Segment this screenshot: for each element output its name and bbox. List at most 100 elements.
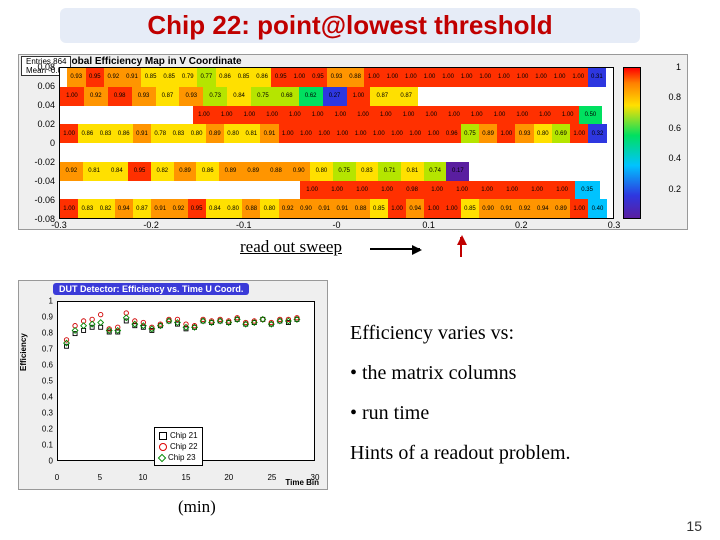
- heatmap-cell: [180, 181, 193, 200]
- heatmap-cell: 1.00: [347, 87, 371, 106]
- heatmap-cell: 1.00: [193, 106, 216, 125]
- heatmap-cell: [502, 162, 513, 181]
- heatmap-cell: 0.92: [515, 199, 533, 218]
- heatmap-row: 1.000.860.830.860.910.780.830.800.890.80…: [60, 124, 613, 143]
- heatmap-cell: 1.00: [290, 68, 309, 87]
- heatmap-cell: [260, 181, 273, 200]
- heatmap-cell: [73, 181, 86, 200]
- heatmap-cell: 1.00: [300, 181, 325, 200]
- heatmap-cell: 0.87: [133, 199, 151, 218]
- heatmap-cell: 0.93: [327, 68, 346, 87]
- heatmap-cell: 1.00: [397, 106, 420, 125]
- page-number: 15: [686, 518, 702, 534]
- line-legend: Chip 21 Chip 22 Chip 23: [154, 427, 203, 466]
- heatmap-cell: 0.91: [333, 199, 351, 218]
- heatmap-cell: 1.00: [329, 106, 352, 125]
- heatmap-cell: [469, 162, 480, 181]
- heatmap-cell: 0.91: [133, 124, 151, 143]
- heatmap-cell: [503, 87, 515, 106]
- heatmap-row: 1.001.001.001.001.001.001.001.001.001.00…: [60, 106, 613, 125]
- heatmap-cell: 1.00: [60, 124, 78, 143]
- line-plot-area: Chip 21 Chip 22 Chip 23: [57, 301, 315, 461]
- body-line-1: Efficiency varies vs:: [350, 322, 514, 345]
- heatmap-cell: 0.75: [333, 162, 356, 181]
- heatmap-cell: [131, 143, 149, 162]
- heatmap-cell: 0.69: [552, 124, 570, 143]
- heatmap-cell: 0.86: [196, 162, 219, 181]
- legend-chip22: Chip 22: [159, 441, 198, 452]
- heatmap-cell: [87, 181, 100, 200]
- heatmap-cell: [513, 162, 524, 181]
- heatmap-cell: [256, 143, 274, 162]
- body-line-2: Hints of a readout problem.: [350, 442, 571, 465]
- heatmap-cell: 1.00: [550, 68, 569, 87]
- heatmap-cell: [536, 162, 547, 181]
- heatmap-cell: 0.92: [84, 87, 108, 106]
- heatmap-cell: 0.74: [424, 162, 447, 181]
- legend-chip23: Chip 23: [159, 452, 198, 463]
- heatmap-cell: 0.86: [253, 68, 272, 87]
- heatmap-cell: 1.00: [279, 124, 297, 143]
- heatmap-cell: 0.98: [400, 181, 425, 200]
- heatmap-cell: 1.00: [383, 68, 402, 87]
- data-point: [98, 312, 102, 316]
- heatmap-cell: [233, 181, 246, 200]
- heatmap-cell: [126, 106, 137, 125]
- heatmap-cell: [470, 143, 488, 162]
- heatmap-cell: 0.98: [108, 87, 132, 106]
- heatmap-cell: [193, 181, 206, 200]
- heatmap-cell: 0.35: [575, 181, 600, 200]
- heatmap-cell: [115, 106, 126, 125]
- heatmap-cell: [274, 143, 292, 162]
- heatmap-cell: [220, 181, 233, 200]
- heatmap-cell: [137, 106, 148, 125]
- heatmap-cell: 0.91: [123, 68, 142, 87]
- heatmap-cell: [399, 143, 417, 162]
- heatmap-cell: 1.00: [488, 106, 511, 125]
- heatmap-cell: [600, 181, 613, 200]
- heatmap-cell: 0.80: [188, 124, 206, 143]
- heatmap-cell: [453, 143, 471, 162]
- heatmap-cell: [540, 87, 552, 106]
- heatmap-cell: 0.82: [96, 199, 114, 218]
- heatmap-cell: 0.31: [588, 68, 607, 87]
- heatmap-cell: 1.00: [495, 68, 514, 87]
- heatmap-cell: [286, 181, 299, 200]
- heatmap-cell: 0.89: [479, 124, 497, 143]
- arrow-right-icon: [370, 248, 420, 250]
- heatmap-cell: 0.96: [443, 124, 461, 143]
- data-point: [81, 323, 87, 329]
- heatmap-cell: [516, 87, 528, 106]
- heatmap-cell: [238, 143, 256, 162]
- heatmap-cell: 0.84: [206, 199, 224, 218]
- heatmap-cell: 0.95: [309, 68, 328, 87]
- heatmap-cell: 1.00: [457, 68, 476, 87]
- heatmap-cell: 1.00: [475, 181, 500, 200]
- heatmap-cell: 0.87: [370, 87, 394, 106]
- heatmap-cell: 0.80: [224, 124, 242, 143]
- heatmap-cell: [100, 181, 113, 200]
- heatmap-cell: 0.95: [271, 68, 290, 87]
- heatmap-cell: [560, 143, 578, 162]
- heatmap-cell: [113, 181, 126, 200]
- heatmap-cell: 0.95: [86, 68, 105, 87]
- heatmap-cell: 0.89: [552, 199, 570, 218]
- heatmap-cell: 1.00: [497, 124, 515, 143]
- heatmap-cell: [580, 162, 591, 181]
- circle-marker-icon: [159, 443, 167, 451]
- heatmap-cell: 0.80: [310, 162, 333, 181]
- heatmap-cell: [595, 143, 613, 162]
- heatmap-cell: 0.93: [67, 68, 86, 87]
- heatmap-cell: 0.71: [378, 162, 401, 181]
- heatmap-cell: 1.00: [370, 124, 388, 143]
- heatmap-cell: 0.91: [260, 124, 278, 143]
- heatmap-cell: 1.00: [406, 124, 424, 143]
- heatmap-cell: 0.91: [497, 199, 515, 218]
- heatmap-cell: 1.00: [532, 68, 551, 87]
- heatmap-cell: [221, 143, 239, 162]
- heatmap-cell: [506, 143, 524, 162]
- heatmap-cell: [60, 181, 73, 200]
- heatmap-cell: [435, 143, 453, 162]
- heatmap-cell: 0.93: [515, 124, 533, 143]
- heatmap-row: 1.001.001.001.000.981.001.001.001.001.00…: [60, 181, 613, 200]
